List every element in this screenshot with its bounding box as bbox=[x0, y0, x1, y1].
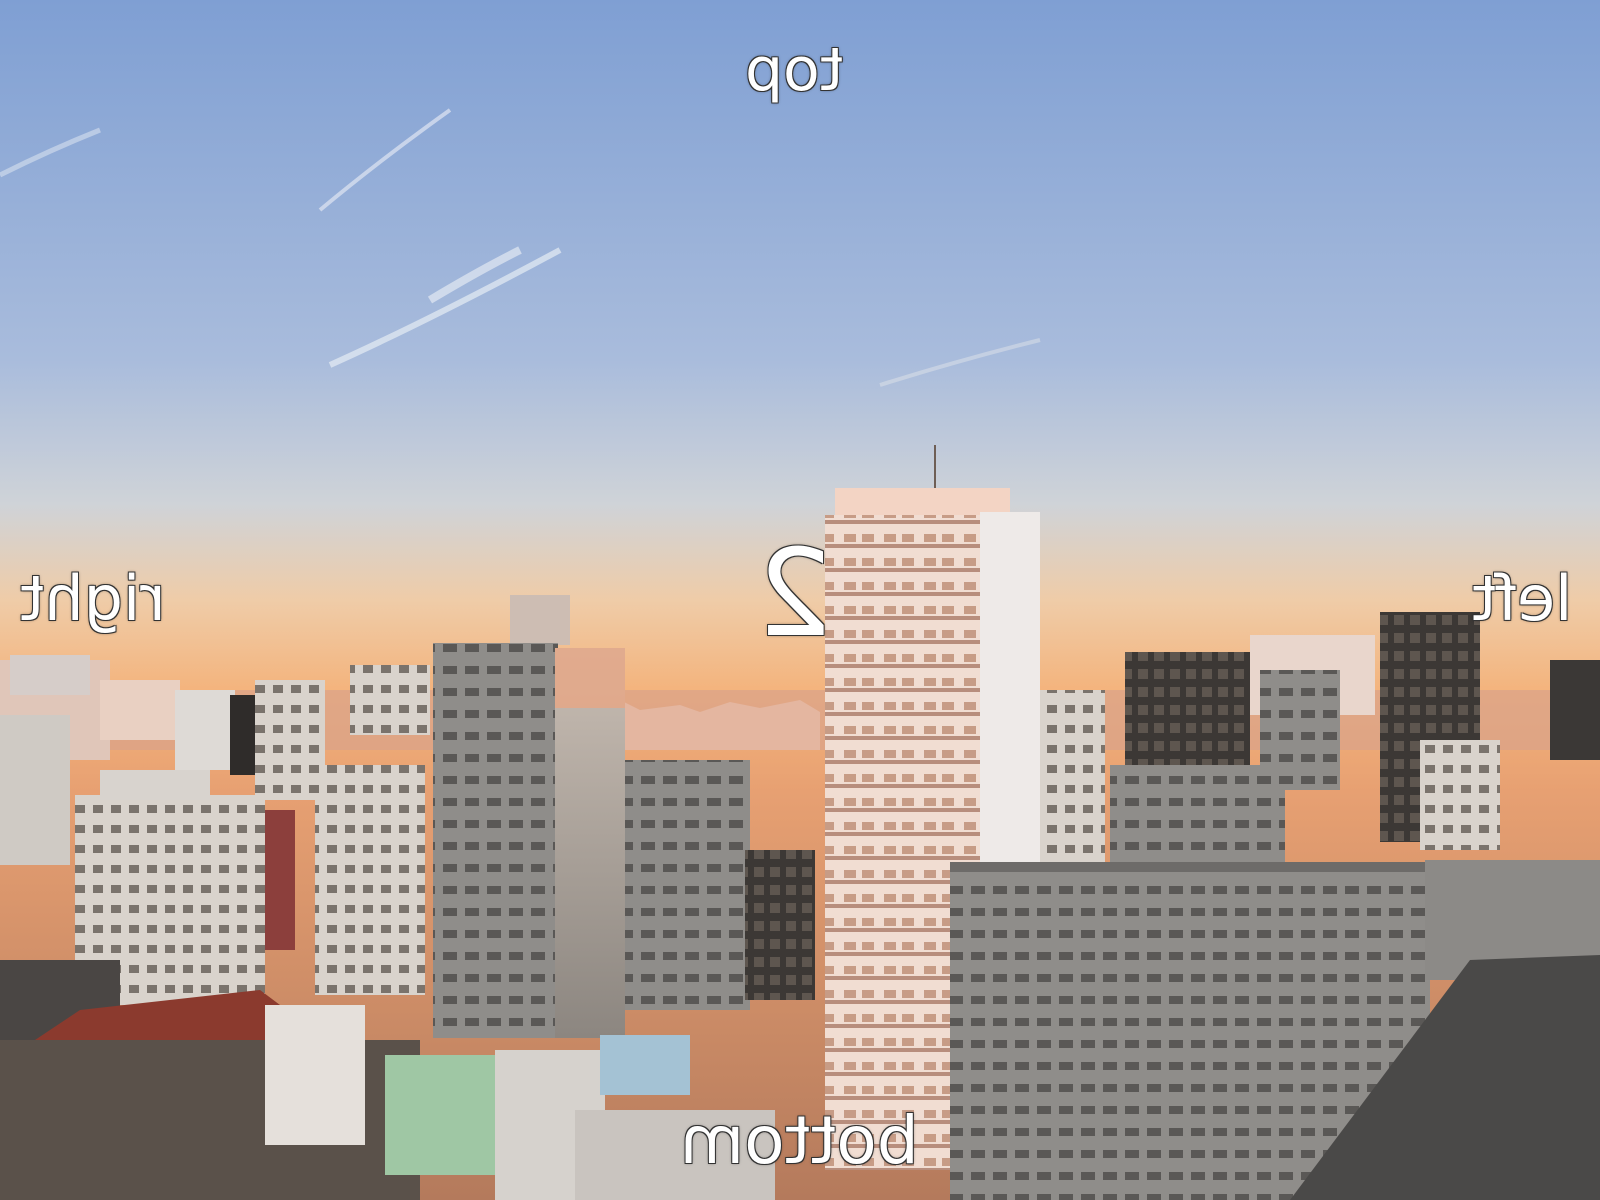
building bbox=[265, 810, 295, 950]
building bbox=[1040, 690, 1105, 870]
building bbox=[0, 715, 70, 865]
building bbox=[1110, 765, 1285, 875]
label-bottom: bottom bbox=[680, 1102, 919, 1179]
blue-building bbox=[600, 1035, 690, 1095]
building bbox=[350, 665, 430, 735]
block-roofline bbox=[950, 862, 1430, 872]
building bbox=[315, 765, 425, 995]
building bbox=[175, 690, 235, 770]
building bbox=[10, 655, 90, 695]
building bbox=[625, 760, 750, 1010]
building bbox=[100, 680, 180, 740]
building bbox=[1550, 660, 1600, 760]
building bbox=[1420, 740, 1500, 850]
rooftop-structure bbox=[510, 595, 570, 645]
white-building bbox=[265, 1005, 365, 1145]
label-left: left bbox=[1472, 562, 1573, 635]
sunlit-patch bbox=[555, 648, 625, 708]
label-right: right bbox=[20, 562, 166, 635]
label-number: 2 bbox=[756, 525, 833, 664]
building bbox=[230, 695, 258, 775]
label-top: top bbox=[745, 35, 844, 105]
green-building bbox=[385, 1055, 495, 1175]
rooftop bbox=[100, 770, 210, 800]
building bbox=[745, 850, 815, 1000]
concrete-tower bbox=[433, 643, 558, 1038]
building bbox=[255, 680, 325, 800]
